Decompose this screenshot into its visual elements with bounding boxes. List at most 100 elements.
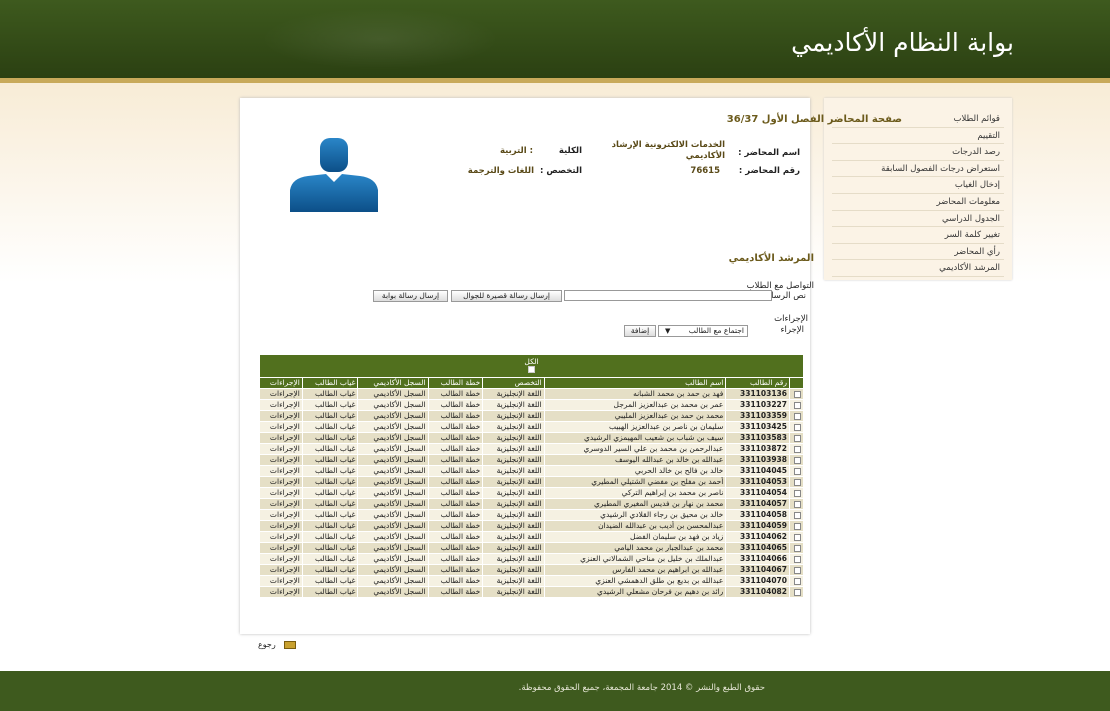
row-checkbox[interactable]: [794, 566, 801, 574]
row-checkbox[interactable]: [794, 577, 801, 585]
cell-actions[interactable]: الإجراءات: [259, 432, 303, 444]
row-checkbox[interactable]: [794, 401, 801, 409]
cell-actions[interactable]: الإجراءات: [259, 553, 303, 565]
row-checkbox[interactable]: [794, 412, 801, 420]
cell-actions[interactable]: الإجراءات: [259, 542, 303, 554]
cell-student-absence[interactable]: غياب الطالب: [301, 564, 359, 576]
cell-academic-record[interactable]: السجل الأكاديمي: [357, 432, 429, 444]
cell-academic-record[interactable]: السجل الأكاديمي: [357, 388, 429, 400]
cell-actions[interactable]: الإجراءات: [259, 520, 303, 532]
send-sms-button[interactable]: إرسال رسالة قصيرة للجوال: [451, 290, 562, 302]
cell-academic-record[interactable]: السجل الأكاديمي: [357, 454, 429, 466]
cell-student-plan[interactable]: خطة الطالب: [427, 388, 484, 400]
row-checkbox[interactable]: [794, 456, 801, 464]
cell-student-absence[interactable]: غياب الطالب: [301, 487, 359, 499]
row-checkbox[interactable]: [794, 588, 801, 596]
cell-actions[interactable]: الإجراءات: [259, 399, 303, 411]
row-checkbox[interactable]: [794, 500, 801, 508]
cell-academic-record[interactable]: السجل الأكاديمي: [357, 421, 429, 433]
row-checkbox[interactable]: [794, 423, 801, 431]
cell-student-absence[interactable]: غياب الطالب: [301, 553, 359, 565]
cell-actions[interactable]: الإجراءات: [259, 476, 303, 488]
row-checkbox[interactable]: [794, 555, 801, 563]
row-checkbox[interactable]: [794, 511, 801, 519]
cell-actions[interactable]: الإجراءات: [259, 586, 303, 598]
cell-academic-record[interactable]: السجل الأكاديمي: [357, 542, 429, 554]
cell-student-plan[interactable]: خطة الطالب: [427, 531, 484, 543]
cell-student-absence[interactable]: غياب الطالب: [301, 531, 359, 543]
cell-student-absence[interactable]: غياب الطالب: [301, 586, 359, 598]
cell-student-plan[interactable]: خطة الطالب: [427, 542, 484, 554]
sidebar-item-grade-entry[interactable]: رصد الدرجات: [832, 144, 1004, 161]
cell-student-plan[interactable]: خطة الطالب: [427, 553, 484, 565]
cell-student-plan[interactable]: خطة الطالب: [427, 487, 484, 499]
cell-academic-record[interactable]: السجل الأكاديمي: [357, 531, 429, 543]
cell-actions[interactable]: الإجراءات: [259, 531, 303, 543]
cell-actions[interactable]: الإجراءات: [259, 498, 303, 510]
cell-academic-record[interactable]: السجل الأكاديمي: [357, 476, 429, 488]
cell-student-absence[interactable]: غياب الطالب: [301, 410, 359, 422]
cell-student-plan[interactable]: خطة الطالب: [427, 586, 484, 598]
sidebar-item-lecturer-opinion[interactable]: رأي المحاضر: [832, 244, 1004, 261]
sidebar-item-academic-advisor[interactable]: المرشد الأكاديمي: [832, 260, 1004, 277]
cell-academic-record[interactable]: السجل الأكاديمي: [357, 498, 429, 510]
row-checkbox[interactable]: [794, 445, 801, 453]
cell-student-absence[interactable]: غياب الطالب: [301, 476, 359, 488]
cell-actions[interactable]: الإجراءات: [259, 421, 303, 433]
cell-student-absence[interactable]: غياب الطالب: [301, 520, 359, 532]
cell-student-plan[interactable]: خطة الطالب: [427, 421, 484, 433]
cell-student-plan[interactable]: خطة الطالب: [427, 520, 484, 532]
add-action-button[interactable]: إضافة: [624, 325, 656, 337]
sidebar-item-absence-entry[interactable]: إدخال الغياب: [832, 177, 1004, 194]
cell-actions[interactable]: الإجراءات: [259, 388, 303, 400]
cell-student-absence[interactable]: غياب الطالب: [301, 498, 359, 510]
cell-actions[interactable]: الإجراءات: [259, 564, 303, 576]
sidebar-item-previous-grades[interactable]: استعراض درجات الفصول السابقة: [832, 161, 1004, 178]
cell-student-absence[interactable]: غياب الطالب: [301, 421, 359, 433]
sidebar-item-change-password[interactable]: تغيير كلمة السر: [832, 227, 1004, 244]
cell-student-plan[interactable]: خطة الطالب: [427, 564, 484, 576]
sidebar-item-lecturer-info[interactable]: معلومات المحاضر: [832, 194, 1004, 211]
row-checkbox[interactable]: [794, 533, 801, 541]
header-student-plan[interactable]: خطة الطالب: [427, 377, 484, 389]
back-icon[interactable]: [284, 641, 296, 649]
cell-student-absence[interactable]: غياب الطالب: [301, 575, 359, 587]
cell-student-absence[interactable]: غياب الطالب: [301, 454, 359, 466]
action-select[interactable]: اجتماع مع الطالب ▼: [658, 325, 748, 337]
cell-student-absence[interactable]: غياب الطالب: [301, 443, 359, 455]
cell-actions[interactable]: الإجراءات: [259, 487, 303, 499]
cell-academic-record[interactable]: السجل الأكاديمي: [357, 399, 429, 411]
cell-student-absence[interactable]: غياب الطالب: [301, 388, 359, 400]
cell-academic-record[interactable]: السجل الأكاديمي: [357, 487, 429, 499]
cell-student-absence[interactable]: غياب الطالب: [301, 399, 359, 411]
cell-student-plan[interactable]: خطة الطالب: [427, 465, 484, 477]
cell-actions[interactable]: الإجراءات: [259, 443, 303, 455]
cell-student-plan[interactable]: خطة الطالب: [427, 432, 484, 444]
row-checkbox[interactable]: [794, 544, 801, 552]
cell-student-absence[interactable]: غياب الطالب: [301, 542, 359, 554]
header-student-id[interactable]: رقم الطالب: [725, 377, 790, 389]
back-link[interactable]: رجوع: [258, 640, 276, 649]
cell-academic-record[interactable]: السجل الأكاديمي: [357, 553, 429, 565]
cell-actions[interactable]: الإجراءات: [259, 575, 303, 587]
header-student-name[interactable]: اسم الطالب: [543, 377, 727, 389]
cell-academic-record[interactable]: السجل الأكاديمي: [357, 509, 429, 521]
cell-student-plan[interactable]: خطة الطالب: [427, 443, 484, 455]
cell-actions[interactable]: الإجراءات: [259, 454, 303, 466]
cell-student-plan[interactable]: خطة الطالب: [427, 410, 484, 422]
cell-student-plan[interactable]: خطة الطالب: [427, 575, 484, 587]
header-academic-record[interactable]: السجل الأكاديمي: [357, 377, 429, 389]
header-student-absence[interactable]: غياب الطالب: [301, 377, 359, 389]
row-checkbox[interactable]: [794, 434, 801, 442]
row-checkbox[interactable]: [794, 467, 801, 475]
send-portal-message-button[interactable]: إرسال رسالة بوابة: [373, 290, 448, 302]
cell-academic-record[interactable]: السجل الأكاديمي: [357, 586, 429, 598]
cell-academic-record[interactable]: السجل الأكاديمي: [357, 410, 429, 422]
cell-academic-record[interactable]: السجل الأكاديمي: [357, 520, 429, 532]
cell-student-plan[interactable]: خطة الطالب: [427, 476, 484, 488]
header-actions[interactable]: الإجراءات: [259, 377, 303, 389]
cell-actions[interactable]: الإجراءات: [259, 410, 303, 422]
select-all-checkbox[interactable]: [528, 365, 535, 373]
row-checkbox[interactable]: [794, 390, 801, 398]
row-checkbox[interactable]: [794, 478, 801, 486]
